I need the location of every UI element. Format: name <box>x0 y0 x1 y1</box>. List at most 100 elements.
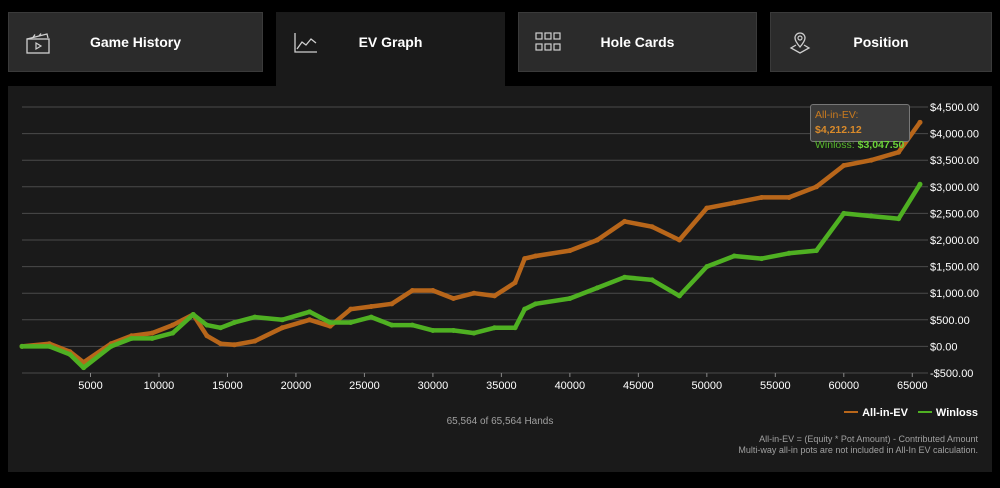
winloss-point[interactable] <box>917 181 923 187</box>
winloss-point[interactable] <box>368 314 374 320</box>
ev-point[interactable] <box>409 288 415 294</box>
chart-legend: All-in-EV Winloss <box>844 407 978 419</box>
winloss-point[interactable] <box>471 330 477 336</box>
x-tick-label: 35000 <box>486 380 517 392</box>
y-tick-label: $0.00 <box>930 341 958 353</box>
ev-point[interactable] <box>622 218 628 224</box>
ev-point[interactable] <box>522 256 528 262</box>
winloss-point[interactable] <box>279 317 285 323</box>
ev-point[interactable] <box>492 293 498 299</box>
winloss-point[interactable] <box>813 248 819 254</box>
winloss-point[interactable] <box>704 264 710 270</box>
ev-point[interactable] <box>368 304 374 309</box>
ev-chart[interactable]: $4,500.00 $4,000.00 $3,500.00 $3,000.00 $2,5… <box>0 0 1000 400</box>
legend-item-ev[interactable]: All-in-EV <box>844 407 908 419</box>
winloss-point[interactable] <box>731 253 737 259</box>
ev-point[interactable] <box>430 288 436 294</box>
winloss-point[interactable] <box>786 250 792 256</box>
winloss-point[interactable] <box>649 277 655 283</box>
winloss-point[interactable] <box>841 210 847 216</box>
winloss-point[interactable] <box>67 351 73 357</box>
winloss-point[interactable] <box>868 213 874 219</box>
footnote-line-1: All-in-EV = (Equity * Pot Amount) - Cont… <box>759 434 978 444</box>
ev-point[interactable] <box>149 330 155 336</box>
winloss-point[interactable] <box>594 285 600 291</box>
ev-point[interactable] <box>307 317 313 323</box>
winloss-point[interactable] <box>231 319 237 325</box>
ev-point[interactable] <box>533 253 539 259</box>
ev-point[interactable] <box>279 325 285 331</box>
winloss-point[interactable] <box>676 293 682 299</box>
ev-point[interactable] <box>170 322 176 328</box>
x-tick-label: 25000 <box>349 380 380 392</box>
ev-point[interactable] <box>450 296 456 302</box>
winloss-point[interactable] <box>759 256 765 262</box>
winloss-point[interactable] <box>567 296 573 302</box>
winloss-point[interactable] <box>533 301 539 307</box>
winloss-point[interactable] <box>512 325 518 331</box>
winloss-point[interactable] <box>522 306 528 312</box>
winloss-point[interactable] <box>348 319 354 325</box>
x-tick-label: 40000 <box>555 380 586 392</box>
ev-point[interactable] <box>471 290 477 296</box>
winloss-point[interactable] <box>129 335 135 341</box>
winloss-point[interactable] <box>492 325 498 331</box>
winloss-point[interactable] <box>389 322 395 328</box>
winloss-point[interactable] <box>896 216 902 222</box>
winloss-point[interactable] <box>430 327 436 333</box>
ev-point[interactable] <box>649 224 655 230</box>
ev-point[interactable] <box>389 301 395 307</box>
winloss-point[interactable] <box>81 365 87 371</box>
ev-footnote: All-in-EV = (Equity * Pot Amount) - Cont… <box>738 434 978 456</box>
y-tick-label: -$500.00 <box>930 368 973 380</box>
y-tick-label: $3,000.00 <box>930 182 979 194</box>
ev-point[interactable] <box>204 333 210 339</box>
ev-point[interactable] <box>252 338 258 344</box>
x-tick-label: 45000 <box>623 380 654 392</box>
legend-ev-label: All-in-EV <box>862 407 908 419</box>
winloss-point[interactable] <box>450 327 456 333</box>
ev-point[interactable] <box>813 184 819 190</box>
y-tick-label: $1,000.00 <box>930 288 979 300</box>
y-tick-label: $2,500.00 <box>930 208 979 220</box>
legend-winloss-label: Winloss <box>935 407 978 419</box>
ev-point[interactable] <box>567 248 573 254</box>
winloss-point[interactable] <box>108 343 114 349</box>
ev-point[interactable] <box>348 306 354 312</box>
ev-point[interactable] <box>218 341 224 347</box>
ev-point[interactable] <box>704 205 710 211</box>
winloss-point[interactable] <box>46 343 52 349</box>
x-tick-label: 20000 <box>281 380 312 392</box>
winloss-point[interactable] <box>204 322 210 328</box>
ev-point[interactable] <box>594 237 600 243</box>
x-tick-label: 60000 <box>828 380 859 392</box>
x-tick-label: 15000 <box>212 380 243 392</box>
ev-point[interactable] <box>786 194 792 200</box>
hands-count: 65,564 of 65,564 Hands <box>446 416 554 427</box>
ev-point[interactable] <box>731 200 737 206</box>
ev-point[interactable] <box>868 157 874 163</box>
winloss-point[interactable] <box>19 343 25 349</box>
ev-point[interactable] <box>231 342 237 348</box>
winloss-point[interactable] <box>190 311 196 317</box>
winloss-point[interactable] <box>149 335 155 341</box>
ev-point[interactable] <box>676 237 682 243</box>
winloss-point[interactable] <box>252 314 258 320</box>
winloss-point[interactable] <box>327 319 333 325</box>
series-line-all-in-ev[interactable] <box>19 120 923 365</box>
ev-point[interactable] <box>759 194 765 200</box>
ev-point[interactable] <box>917 119 923 125</box>
ev-point[interactable] <box>512 280 518 286</box>
winloss-point[interactable] <box>170 330 176 336</box>
ev-point[interactable] <box>841 163 847 169</box>
winloss-point[interactable] <box>409 322 415 328</box>
x-tick-label: 65000 <box>897 380 928 392</box>
y-tick-label: $500.00 <box>930 315 970 327</box>
x-tick-label: 50000 <box>692 380 723 392</box>
winloss-point[interactable] <box>622 274 628 280</box>
legend-item-winloss[interactable]: Winloss <box>917 407 978 419</box>
winloss-point[interactable] <box>218 325 224 331</box>
winloss-point[interactable] <box>307 309 313 315</box>
x-tick-label: 10000 <box>144 380 175 392</box>
series-line-winloss[interactable] <box>19 182 923 370</box>
